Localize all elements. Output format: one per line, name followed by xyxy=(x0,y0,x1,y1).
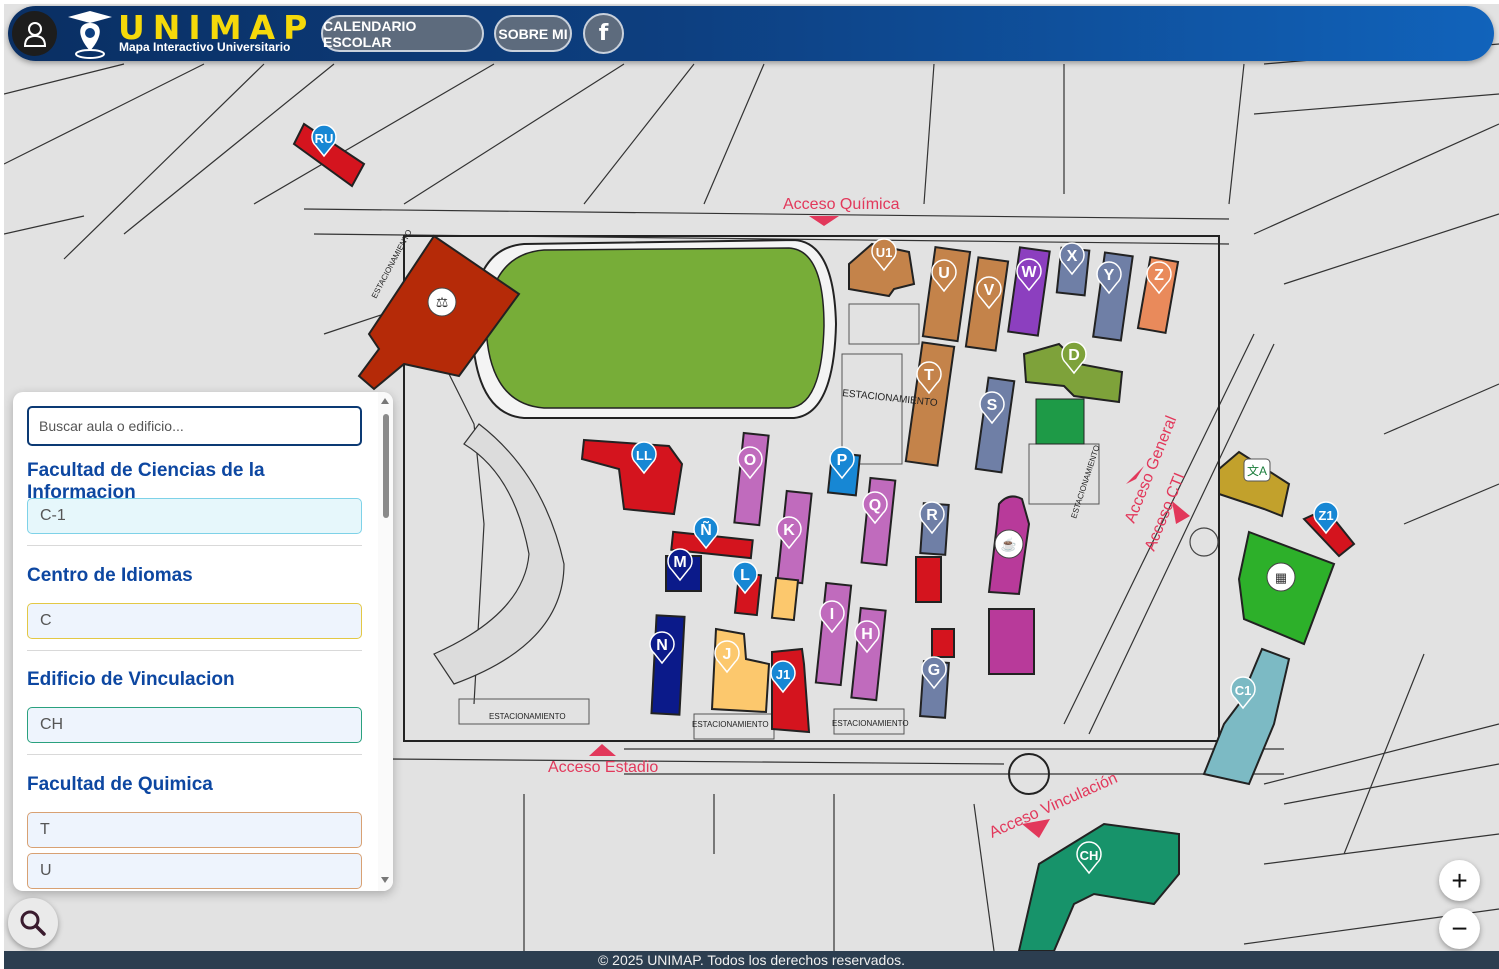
scroll-up-icon[interactable] xyxy=(381,398,389,404)
unimap-logo-icon xyxy=(68,11,112,59)
group-facultad-ciencias: Facultad de Ciencias de la Informacion C… xyxy=(27,460,362,534)
grandstand xyxy=(433,423,565,685)
stadium-field[interactable] xyxy=(485,247,825,409)
building-k-annex[interactable] xyxy=(770,576,800,622)
pin-label: CH xyxy=(1080,848,1099,863)
top-navbar: UNIMAP Mapa Interactivo Universitario CA… xyxy=(8,6,1494,61)
pin-label: U xyxy=(938,265,950,282)
pin-label: RU xyxy=(315,131,334,146)
pin-label: G xyxy=(928,662,940,679)
panel-scrollbar[interactable] xyxy=(378,392,393,891)
translate-glyph: 文A xyxy=(1247,463,1267,478)
building-r-annex[interactable] xyxy=(915,556,942,603)
building-g-annex[interactable] xyxy=(931,628,955,658)
user-icon[interactable] xyxy=(12,11,57,56)
zoom-out-button[interactable]: − xyxy=(1439,908,1480,949)
pin-label: J xyxy=(723,646,732,663)
library-icon-glyph: ▦ xyxy=(1275,570,1287,585)
footer: © 2025 UNIMAP. Todos los derechos reserv… xyxy=(4,951,1499,969)
room-item-ch[interactable]: CH xyxy=(27,707,362,743)
pin-label: Q xyxy=(869,497,881,514)
brand-subtitle: Mapa Interactivo Universitario xyxy=(119,40,291,54)
room-item-c[interactable]: C xyxy=(27,603,362,639)
building-pins: RU U1 U V W X Y Z D T S LL O P Q R Ñ K M L I H N J J1 G Z1 C1 CH 文A xyxy=(311,124,1339,875)
scroll-thumb[interactable] xyxy=(383,414,389,518)
cafe-icon-glyph: ☕ xyxy=(1001,536,1017,552)
pin-label: Z1 xyxy=(1318,508,1333,523)
pin-label: Y xyxy=(1104,267,1115,284)
group-edificio-vinculacion: Edificio de Vinculacion CH xyxy=(27,669,362,743)
building-i[interactable] xyxy=(814,581,853,687)
divider xyxy=(27,650,362,651)
group-facultad-quimica: Facultad de Quimica T U xyxy=(27,774,362,889)
pin-label: N xyxy=(656,637,668,654)
parking-label: ESTACIONAMIENTO xyxy=(832,719,909,728)
app-root: ⚖ ☕ ▦ Acceso Química Acceso Estadio Acce… xyxy=(0,0,1499,969)
pin-label: S xyxy=(987,397,998,414)
pin-label: O xyxy=(744,452,756,469)
divider xyxy=(27,545,362,546)
plaza-circle xyxy=(1189,527,1219,557)
group-title: Facultad de Quimica xyxy=(27,774,213,795)
pin-label: I xyxy=(830,606,834,623)
pin-label: M xyxy=(673,554,686,571)
pin-label: LL xyxy=(636,448,652,463)
pin-label: X xyxy=(1067,248,1078,265)
pin-label: C1 xyxy=(1235,683,1252,698)
group-title: Centro de Idiomas xyxy=(27,565,193,586)
pin-label: Z xyxy=(1154,267,1164,284)
access-estadio-label: Acceso Estadio xyxy=(548,759,658,776)
garden xyxy=(1035,398,1085,445)
parking-label: ESTACIONAMIENTO xyxy=(692,720,769,729)
user-icon-svg xyxy=(23,21,46,47)
pin-label: K xyxy=(783,522,795,539)
group-title: Facultad de Ciencias de la Informacion xyxy=(27,460,265,503)
pin-label: P xyxy=(837,452,848,469)
gym-icon-glyph: ⚖ xyxy=(436,294,449,310)
search-panel: Facultad de Ciencias de la Informacion C… xyxy=(13,392,393,891)
search-input[interactable] xyxy=(27,406,362,446)
pin-label: V xyxy=(984,282,995,299)
divider xyxy=(27,754,362,755)
group-centro-idiomas: Centro de Idiomas C xyxy=(27,565,362,639)
pin-label: U1 xyxy=(876,245,893,260)
pin-label: R xyxy=(926,507,938,524)
access-quimica-label: Acceso Química xyxy=(783,196,900,213)
pin-label: W xyxy=(1021,264,1037,281)
building-n[interactable] xyxy=(650,614,686,716)
pin-label: H xyxy=(861,626,873,643)
pin-label: J1 xyxy=(776,667,790,682)
pin-label: L xyxy=(740,567,750,584)
parking-label: ESTACIONAMIENTO xyxy=(489,712,566,721)
pin-label: D xyxy=(1068,347,1080,364)
building-j1[interactable] xyxy=(771,647,811,734)
facebook-icon[interactable]: f xyxy=(583,13,624,54)
translate-icon[interactable]: 文A xyxy=(1243,458,1271,482)
group-title: Edificio de Vinculacion xyxy=(27,669,235,690)
building-q[interactable] xyxy=(860,476,897,567)
building-c1[interactable] xyxy=(1202,647,1291,786)
search-icon[interactable] xyxy=(8,898,58,948)
building-j[interactable] xyxy=(710,627,771,714)
zoom-in-button[interactable]: + xyxy=(1439,860,1480,901)
facebook-glyph: f xyxy=(598,21,609,46)
about-button[interactable]: SOBRE MI xyxy=(494,15,572,52)
pin-label: T xyxy=(924,367,934,384)
scroll-down-icon[interactable] xyxy=(381,877,389,883)
pin-label: Ñ xyxy=(700,519,712,539)
room-item-u[interactable]: U xyxy=(27,853,362,889)
parking-label: ESTACIONAMIENTO xyxy=(1069,444,1101,520)
building-magenta[interactable] xyxy=(988,608,1035,675)
search-icon-svg xyxy=(20,910,46,936)
room-item-t[interactable]: T xyxy=(27,812,362,848)
building-ch[interactable] xyxy=(1017,822,1180,951)
calendar-button[interactable]: CALENDARIO ESCOLAR xyxy=(321,15,484,52)
